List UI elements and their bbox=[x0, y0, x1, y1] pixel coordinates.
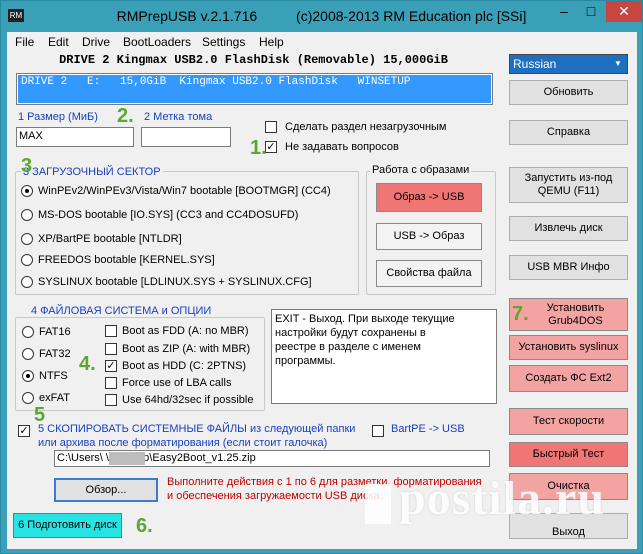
boot-option-radio-3[interactable] bbox=[21, 233, 33, 245]
fs-label-exfat[interactable]: exFAT bbox=[39, 392, 70, 404]
qemu-button[interactable]: Запустить из-под QEMU (F11) bbox=[509, 167, 628, 203]
window-title: RMPrepUSB v.2.1.716 (c)2008-2013 RM Educ… bbox=[116, 8, 527, 24]
fs-label-fat16[interactable]: FAT16 bbox=[39, 326, 71, 338]
non-bootable-label[interactable]: Сделать раздел незагрузочным bbox=[285, 121, 446, 133]
boot-option-radio-5[interactable] bbox=[21, 276, 33, 288]
step-number-1: 1. bbox=[250, 137, 267, 159]
drive-title: DRIVE 2 Kingmax USB2.0 FlashDisk (Remova… bbox=[59, 53, 448, 67]
menu-drive[interactable]: Drive bbox=[82, 35, 110, 49]
info-text-box[interactable]: EXIT - Выход. При выходе текущие настрой… bbox=[271, 309, 497, 404]
boot-option-label-1[interactable]: WinPEv2/WinPEv3/Vista/Win7 bootable [BOO… bbox=[38, 185, 331, 197]
boot-fdd-checkbox[interactable] bbox=[105, 325, 117, 337]
images-title: Работа с образами bbox=[370, 164, 472, 176]
step-number-3: 3 bbox=[21, 155, 33, 177]
file-properties-button[interactable]: Свойства файла bbox=[376, 260, 482, 287]
minimize-button[interactable]: – bbox=[551, 1, 577, 22]
fs-radio-exfat[interactable] bbox=[22, 392, 34, 404]
install-syslinux-button[interactable]: Установить syslinux bbox=[509, 335, 628, 360]
usb-mbr-info-button[interactable]: USB MBR Инфо bbox=[509, 255, 628, 280]
use-64hd-checkbox[interactable] bbox=[105, 394, 117, 406]
watermark: postila.ru bbox=[399, 472, 606, 525]
menu-edit[interactable]: Edit bbox=[48, 35, 69, 49]
fs-radio-fat32[interactable] bbox=[22, 348, 34, 360]
refresh-button[interactable]: Обновить bbox=[509, 80, 628, 105]
force-lba-checkbox[interactable] bbox=[105, 377, 117, 389]
force-lba-label[interactable]: Force use of LBA calls bbox=[122, 377, 231, 389]
menu-help[interactable]: Help bbox=[259, 35, 284, 49]
browse-button[interactable]: Обзор... bbox=[54, 478, 158, 502]
fs-radio-ntfs[interactable] bbox=[22, 370, 34, 382]
bartpe-label[interactable]: BartPE -> USB bbox=[391, 423, 465, 435]
boot-hdd-checkbox[interactable]: ✓ bbox=[105, 360, 117, 372]
menu-bootloaders[interactable]: BootLoaders bbox=[123, 35, 191, 49]
boot-option-radio-4[interactable] bbox=[21, 254, 33, 266]
boot-option-label-2[interactable]: MS-DOS bootable [IO.SYS] (CC3 and CC4DOS… bbox=[38, 209, 298, 221]
prepare-drive-button[interactable]: 6 Подготовить диск bbox=[13, 513, 122, 538]
fs-label-fat32[interactable]: FAT32 bbox=[39, 348, 71, 360]
no-questions-checkbox[interactable]: ✓ bbox=[265, 141, 277, 153]
speed-test-button[interactable]: Тест скорости bbox=[509, 408, 628, 435]
boot-sector-title: 3 ЗАГРУЗОЧНЫЙ СЕКТОР bbox=[21, 166, 163, 178]
chevron-down-icon[interactable]: ▼ bbox=[611, 56, 625, 72]
no-questions-label[interactable]: Не задавать вопросов bbox=[285, 141, 399, 153]
language-value: Russian bbox=[513, 57, 557, 71]
use-64hd-label[interactable]: Use 64hd/32sec if possible bbox=[122, 394, 253, 406]
menu-settings[interactable]: Settings bbox=[202, 35, 245, 49]
menu-file[interactable]: File bbox=[15, 35, 34, 49]
boot-hdd-label[interactable]: Boot as HDD (C: 2PTNS) bbox=[122, 360, 246, 372]
step-number-6: 6. bbox=[136, 515, 153, 537]
drive-list[interactable]: DRIVE 2 E: 15,0GiB Kingmax USB2.0 FlashD… bbox=[16, 73, 493, 105]
boot-option-label-4[interactable]: FREEDOS bootable [KERNEL.SYS] bbox=[38, 254, 215, 266]
boot-zip-checkbox[interactable] bbox=[105, 343, 117, 355]
boot-option-label-3[interactable]: XP/BartPE bootable [NTLDR] bbox=[38, 233, 182, 245]
filesystem-title: 4 ФАЙЛОВАЯ СИСТЕМА и ОПЦИИ bbox=[29, 305, 214, 317]
close-button[interactable]: ✕ bbox=[606, 1, 642, 22]
boot-fdd-label[interactable]: Boot as FDD (A: no MBR) bbox=[122, 325, 249, 337]
drive-list-row[interactable]: DRIVE 2 E: 15,0GiB Kingmax USB2.0 FlashD… bbox=[18, 75, 491, 89]
non-bootable-checkbox[interactable] bbox=[265, 121, 277, 133]
create-ext2-button[interactable]: Создать ФС Ext2 bbox=[509, 365, 628, 392]
drive-list-row-blank[interactable] bbox=[18, 89, 491, 103]
fs-label-ntfs[interactable]: NTFS bbox=[39, 370, 68, 382]
volume-input[interactable] bbox=[141, 127, 231, 147]
help-button[interactable]: Справка bbox=[509, 120, 628, 145]
boot-option-radio-2[interactable] bbox=[21, 209, 33, 221]
boot-zip-label[interactable]: Boot as ZIP (A: with MBR) bbox=[122, 343, 250, 355]
copy-files-label-1[interactable]: 5 СКОПИРОВАТЬ СИСТЕМНЫЕ ФАЙЛЫ из следующ… bbox=[38, 423, 355, 435]
redacted-username bbox=[109, 452, 145, 465]
size-label: 1 Размер (МиБ) bbox=[18, 111, 98, 123]
bartpe-checkbox[interactable] bbox=[372, 425, 384, 437]
image-to-usb-button[interactable]: Образ -> USB bbox=[376, 183, 482, 212]
copy-files-label-2: или архива после форматирования (если ст… bbox=[38, 437, 328, 449]
step-number-5: 5 bbox=[34, 404, 46, 426]
maximize-button[interactable]: □ bbox=[578, 1, 604, 22]
boot-option-label-5[interactable]: SYSLINUX bootable [LDLINUX.SYS + SYSLINU… bbox=[38, 276, 312, 288]
volume-label: 2 Метка тома bbox=[144, 111, 213, 123]
boot-option-radio-1[interactable] bbox=[21, 185, 33, 197]
quick-test-button[interactable]: Быстрый Тест bbox=[509, 442, 628, 467]
language-select[interactable]: Russian ▼ bbox=[509, 54, 628, 74]
step-number-2: 2. bbox=[117, 105, 134, 127]
step-number-4: 4. bbox=[79, 353, 96, 375]
usb-to-image-button[interactable]: USB -> Образ bbox=[376, 223, 482, 250]
fs-radio-fat16[interactable] bbox=[22, 326, 34, 338]
size-input[interactable]: MAX bbox=[16, 127, 134, 147]
step-number-7: 7. bbox=[512, 303, 529, 325]
app-window: RM RMPrepUSB v.2.1.716 (c)2008-2013 RM E… bbox=[0, 0, 643, 554]
copy-files-checkbox[interactable]: ✓ bbox=[18, 425, 30, 437]
watermark-pin-icon bbox=[365, 484, 391, 524]
eject-button[interactable]: Извлечь диск bbox=[509, 216, 628, 241]
